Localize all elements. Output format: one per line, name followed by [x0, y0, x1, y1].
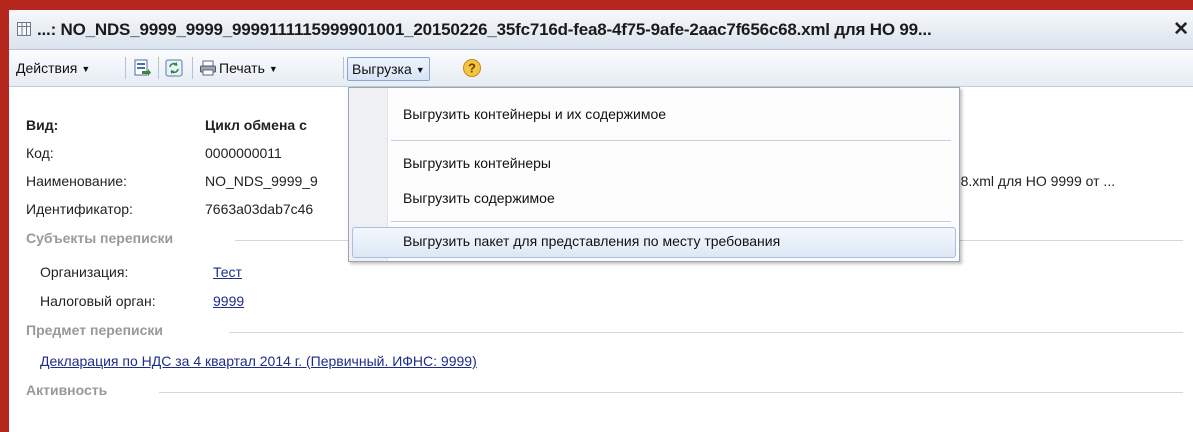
- toolbar: Действия ▼ Печать ▼ Выгрузка ▼ ?: [9, 50, 1193, 87]
- export-dropdown-menu: Выгрузить контейнеры и их содержимое Выг…: [348, 87, 960, 262]
- printer-icon[interactable]: [199, 59, 217, 77]
- window-title: ...: NO_NDS_9999_9999_999911111599990100…: [37, 20, 932, 39]
- menu-item-export-package-on-demand[interactable]: Выгрузить пакет для представления по мес…: [352, 227, 956, 258]
- tax-label: Налоговый орган:: [40, 293, 156, 309]
- name-value: NO_NDS_9999_9: [205, 173, 318, 189]
- toolbar-separator: [158, 57, 159, 79]
- help-icon[interactable]: ?: [462, 58, 482, 78]
- org-label: Организация:: [40, 264, 129, 280]
- declaration-link[interactable]: Декларация по НДС за 4 квартал 2014 г. (…: [40, 353, 477, 369]
- tax-office-link[interactable]: 9999: [213, 293, 244, 309]
- toolbar-separator: [343, 57, 344, 79]
- menu-item-export-containers-and-content[interactable]: Выгрузить контейнеры и их содержимое: [403, 106, 666, 122]
- help-glyph: ?: [468, 61, 476, 76]
- org-link[interactable]: Тест: [213, 264, 242, 280]
- actions-button[interactable]: Действия ▼: [16, 57, 90, 79]
- id-label: Идентификатор:: [26, 201, 133, 217]
- save-and-close-icon[interactable]: [133, 59, 151, 77]
- table-icon: [17, 22, 31, 36]
- actions-label: Действия: [16, 60, 78, 76]
- menu-separator: [391, 221, 951, 222]
- export-label: Выгрузка: [352, 61, 412, 77]
- chevron-down-icon: ▼: [415, 65, 425, 75]
- name-label: Наименование:: [26, 173, 127, 189]
- subjects-heading: Субъекты переписки: [26, 230, 174, 246]
- menu-item-export-containers[interactable]: Выгрузить контейнеры: [403, 155, 551, 171]
- chevron-down-icon: ▼: [81, 64, 91, 74]
- menu-separator: [391, 140, 951, 141]
- vid-label: Вид:: [26, 117, 59, 133]
- menu-item-label: Выгрузить пакет для представления по мес…: [403, 233, 781, 249]
- title-bar[interactable]: ...: NO_NDS_9999_9999_999911111599990100…: [9, 10, 1193, 50]
- kod-value: 0000000011: [205, 145, 282, 161]
- id-value: 7663a03dab7c46: [205, 201, 314, 217]
- close-icon[interactable]: ✕: [1173, 18, 1189, 41]
- print-button[interactable]: Печать ▼: [219, 57, 278, 79]
- section-divider: [159, 392, 1183, 393]
- document-window: ...: NO_NDS_9999_9999_999911111599990100…: [9, 10, 1193, 432]
- name-value-tail: 6c68.xml для НО 9999 от ...: [938, 173, 1116, 189]
- vid-value: Цикл обмена с: [205, 117, 307, 133]
- activity-heading: Активность: [26, 382, 108, 398]
- chevron-down-icon: ▼: [268, 64, 278, 74]
- print-label: Печать: [219, 60, 265, 76]
- refresh-icon[interactable]: [165, 59, 183, 77]
- kod-label: Код:: [26, 145, 54, 161]
- toolbar-separator: [192, 57, 193, 79]
- menu-item-export-content[interactable]: Выгрузить содержимое: [403, 190, 555, 206]
- export-button[interactable]: Выгрузка ▼: [347, 57, 430, 81]
- toolbar-separator: [125, 57, 126, 79]
- section-divider: [229, 332, 1183, 333]
- subject-matter-heading: Предмет переписки: [26, 322, 164, 338]
